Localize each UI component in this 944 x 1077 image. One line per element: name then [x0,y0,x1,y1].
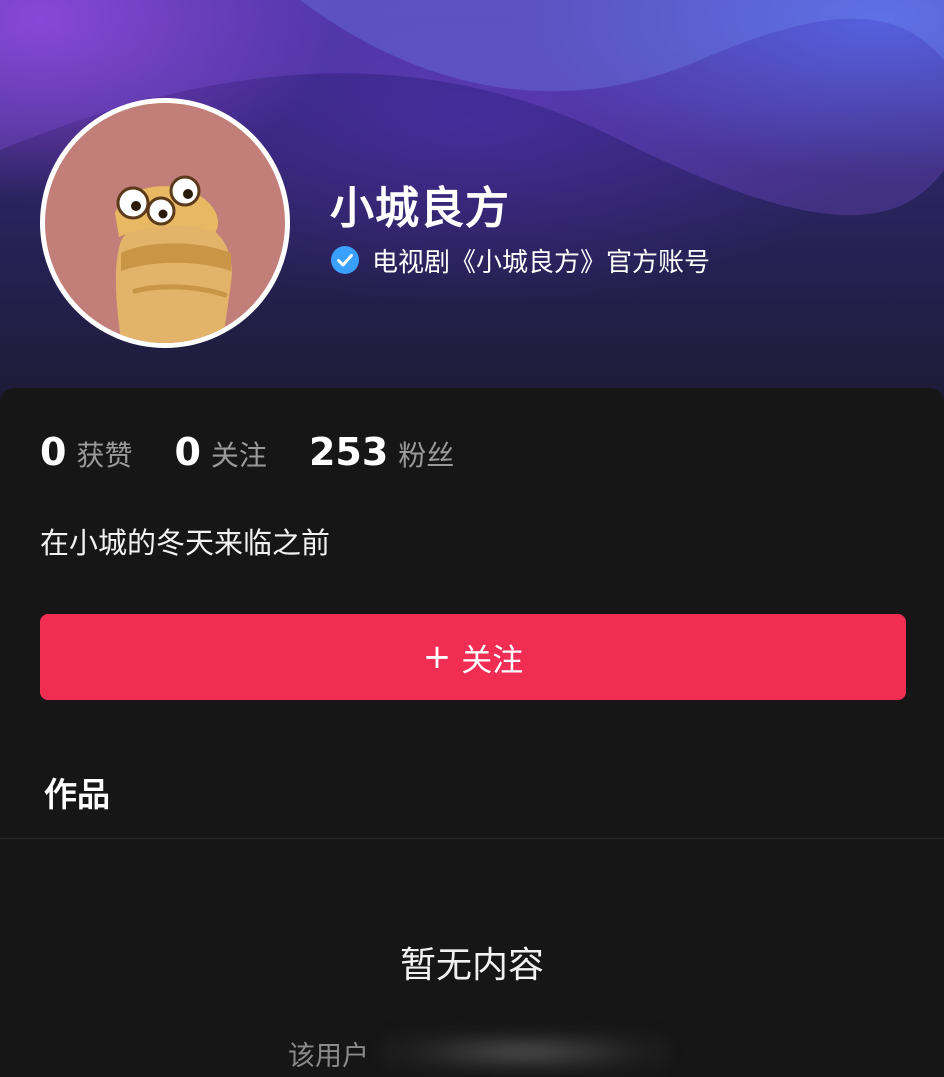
follow-button[interactable]: + 关注 [40,614,906,700]
stat-label: 关注 [210,439,267,472]
stat-following[interactable]: 0 关注 [174,430,266,474]
stat-value: 0 [40,430,67,474]
stat-value: 253 [308,430,389,474]
stat-label: 获赞 [76,439,133,472]
tab-works[interactable]: 作品 [44,768,110,816]
profile-name: 小城良方 [330,183,510,234]
blurred-text-overlay [380,1030,670,1074]
stat-label: 粉丝 [398,439,455,472]
empty-state-subtitle: 该用户 [288,1041,369,1072]
stat-likes[interactable]: 0 获赞 [40,430,132,474]
divider [0,838,944,839]
avatar[interactable] [40,98,290,348]
profile-page: 小城良方 电视剧《小城良方》官方账号 0 获赞 0 关注 253 粉丝 在小城的… [0,0,944,1077]
plus-icon: + [422,637,452,677]
verified-badge-row: 电视剧《小城良方》官方账号 [330,243,711,278]
avatar-character-icon [115,175,232,343]
stat-followers[interactable]: 253 粉丝 [309,430,454,474]
empty-state-title: 暂无内容 [399,945,544,986]
profile-bio: 在小城的冬天来临之前 [40,526,331,560]
avatar-image [45,103,285,343]
profile-stats: 0 获赞 0 关注 253 粉丝 [40,430,496,474]
stat-value: 0 [174,430,201,474]
verified-description: 电视剧《小城良方》官方账号 [372,247,711,278]
verified-check-icon [331,246,359,274]
follow-button-label: 关注 [461,642,524,679]
